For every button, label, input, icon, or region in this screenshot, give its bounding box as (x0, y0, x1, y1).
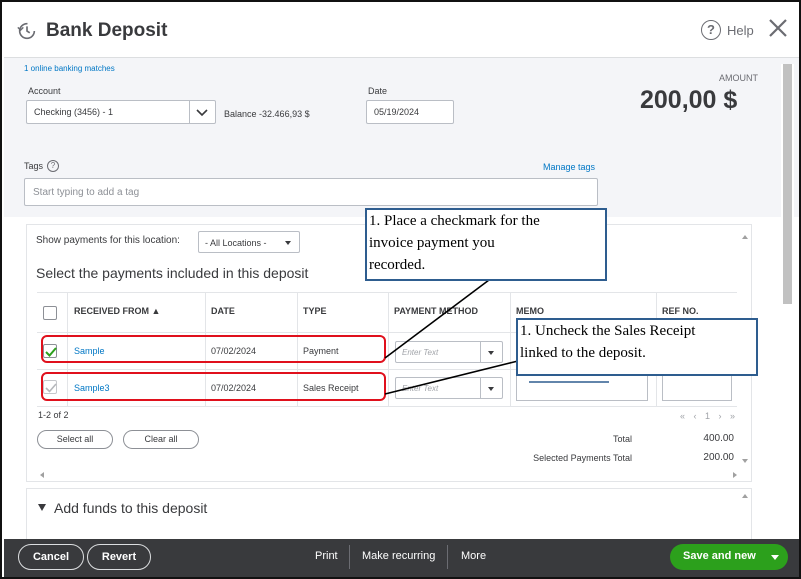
col-ref-no[interactable]: REF NO. (662, 306, 699, 316)
selected-total-label: Selected Payments Total (533, 453, 632, 463)
account-dropdown-toggle[interactable] (189, 101, 215, 123)
callout-1-line: 1. Place a checkmark for the (369, 213, 540, 229)
chevron-down-icon (196, 109, 208, 117)
footer-divider (447, 545, 448, 569)
tags-help-icon[interactable]: ? (47, 160, 59, 172)
col-received-from[interactable]: RECEIVED FROM ▲ (74, 306, 160, 316)
select-all-button[interactable]: Select all (37, 430, 113, 449)
row-divider (37, 406, 737, 407)
title-bar: Bank Deposit ? Help (4, 4, 799, 58)
callout-1-line: invoice payment you (369, 235, 495, 251)
scroll-down-icon[interactable] (742, 459, 748, 463)
annotation-callout-2: 1. Uncheck the Sales Receipt linked to t… (516, 318, 758, 376)
account-label: Account (28, 86, 61, 96)
select-all-checkbox[interactable] (43, 306, 57, 320)
footer-divider (349, 545, 350, 569)
account-value: Checking (3456) - 1 (34, 107, 114, 117)
revert-button[interactable]: Revert (87, 544, 151, 570)
row-count: 1-2 of 2 (38, 410, 69, 420)
close-icon[interactable] (766, 16, 790, 40)
pagination[interactable]: « ‹ 1 › » (680, 411, 738, 421)
highlight-row-sales-receipt (41, 372, 386, 401)
triangle-down-icon (38, 504, 46, 511)
ref-no-input[interactable] (662, 375, 732, 401)
account-select[interactable]: Checking (3456) - 1 (26, 100, 216, 124)
selected-total-value: 200.00 (703, 452, 734, 463)
date-input[interactable]: 05/19/2024 (366, 100, 454, 124)
col-type[interactable]: TYPE (303, 306, 327, 316)
print-link[interactable]: Print (315, 550, 338, 562)
online-banking-matches-link[interactable]: 1 online banking matches (24, 64, 115, 73)
make-recurring-link[interactable]: Make recurring (362, 550, 435, 562)
save-and-new-label: Save and new (683, 550, 756, 562)
callout-1-line: recorded. (369, 257, 426, 273)
clear-all-button[interactable]: Clear all (123, 430, 199, 449)
payment-method-select[interactable]: Enter Text (395, 377, 503, 399)
scroll-up-icon[interactable] (742, 235, 748, 239)
column-divider (388, 292, 389, 406)
caret-down-icon (488, 351, 494, 355)
annotation-callout-1: 1. Place a checkmark for the invoice pay… (365, 208, 607, 281)
tags-placeholder: Start typing to add a tag (33, 187, 140, 198)
bank-deposit-window: Bank Deposit ? Help 1 online banking mat… (0, 0, 801, 579)
total-value: 400.00 (703, 433, 734, 444)
memo-input[interactable] (516, 375, 648, 401)
save-and-new-button[interactable]: Save and new (670, 544, 788, 570)
column-divider (510, 292, 511, 406)
col-date[interactable]: DATE (211, 306, 235, 316)
payment-method-select[interactable]: Enter Text (395, 341, 503, 363)
more-link[interactable]: More (461, 550, 486, 562)
total-label: Total (612, 434, 632, 444)
col-payment-method[interactable]: PAYMENT METHOD (394, 306, 478, 316)
scroll-up-icon[interactable] (742, 494, 748, 498)
help-icon[interactable]: ? (701, 20, 721, 40)
location-value: - All Locations - (205, 238, 267, 248)
payment-method-placeholder: Enter Text (402, 384, 439, 393)
scrollbar-thumb[interactable] (783, 64, 792, 304)
add-funds-toggle[interactable]: Add funds to this deposit (38, 500, 207, 516)
history-icon[interactable] (16, 20, 38, 42)
scroll-right-icon[interactable] (733, 472, 737, 478)
amount-label: AMOUNT (719, 73, 758, 83)
payment-method-placeholder: Enter Text (402, 348, 439, 357)
date-label: Date (368, 86, 388, 96)
location-filter-label: Show payments for this location: (36, 235, 180, 246)
date-value: 05/19/2024 (374, 107, 420, 117)
balance-label: Balance (224, 109, 257, 119)
select-divider (480, 342, 481, 362)
tags-label: Tags (24, 161, 44, 171)
tags-input[interactable]: Start typing to add a tag (24, 178, 598, 206)
balance: Balance -32.466,93 $ (224, 109, 310, 119)
table-top-border (37, 292, 737, 293)
caret-down-icon (285, 241, 291, 245)
balance-value: -32.466,93 $ (259, 109, 310, 119)
highlight-row-payment (41, 335, 386, 363)
window-scrollbar[interactable] (781, 64, 794, 534)
amount-value: 200,00 $ (640, 86, 738, 114)
col-memo[interactable]: MEMO (516, 306, 544, 316)
caret-down-icon[interactable] (771, 555, 779, 560)
footer-bar: Cancel Revert Print Make recurring More … (4, 539, 799, 577)
page-title: Bank Deposit (46, 20, 168, 41)
cancel-button[interactable]: Cancel (18, 544, 84, 570)
caret-down-icon (488, 387, 494, 391)
add-funds-title: Add funds to this deposit (54, 500, 208, 516)
payments-section-title: Select the payments included in this dep… (36, 265, 309, 281)
select-divider (480, 378, 481, 398)
scroll-left-icon[interactable] (40, 472, 44, 478)
callout-2-line: linked to the deposit. (520, 345, 646, 361)
callout-2-line: 1. Uncheck the Sales Receipt (520, 323, 696, 339)
location-select[interactable]: - All Locations - (198, 231, 300, 253)
help-link[interactable]: Help (727, 23, 754, 38)
manage-tags-link[interactable]: Manage tags (543, 162, 595, 172)
